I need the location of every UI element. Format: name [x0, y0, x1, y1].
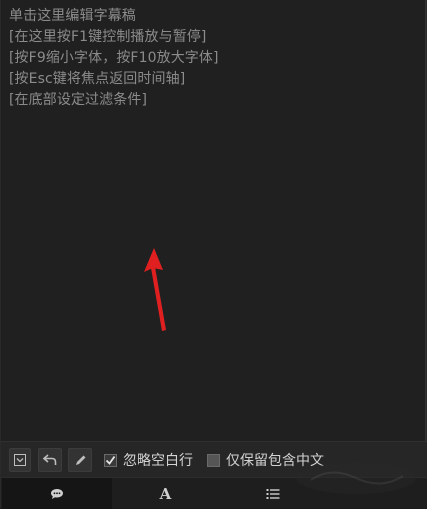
keep-only-option[interactable]: 仅保留包含中文	[207, 451, 324, 469]
collapse-button[interactable]	[9, 448, 31, 472]
ignore-blank-lines-option[interactable]: 忽略空白行	[104, 451, 193, 469]
font-icon: A	[159, 484, 172, 503]
editor-line-hint-font-size: [按F9缩小字体，按F10放大字体]	[9, 50, 219, 66]
editor-line-placeholder: 单击这里编辑字幕稿	[9, 8, 136, 24]
editor-toolbar: 忽略空白行 仅保留包含中文	[1, 441, 427, 477]
undo-icon	[43, 454, 57, 465]
edit-button[interactable]	[68, 448, 92, 472]
keep-only-label: 仅保留包含中文	[226, 453, 324, 469]
checkmark-icon	[105, 455, 116, 465]
keep-only-checkbox[interactable]	[207, 453, 220, 467]
tab-subtitles[interactable]	[2, 478, 112, 509]
ignore-blank-lines-checkbox[interactable]	[104, 453, 117, 467]
collapse-icon	[14, 454, 26, 466]
subtitle-text-editor[interactable]: 单击这里编辑字幕稿 [在这里按F1键控制播放与暂停] [按F9缩小字体，按F10…	[2, 0, 426, 441]
list-icon	[266, 488, 280, 499]
subtitle-editor-panel: 单击这里编辑字幕稿 [在这里按F1键控制播放与暂停] [按F9缩小字体，按F10…	[0, 0, 427, 509]
pencil-icon	[75, 455, 85, 465]
editor-line-hint-filter: [在底部设定过滤条件]	[9, 92, 148, 108]
editor-line-hint-esc: [按Esc键将焦点返回时间轴]	[9, 71, 186, 87]
tab-font[interactable]: A	[112, 478, 219, 509]
tab-list[interactable]	[219, 478, 327, 509]
bottom-tab-bar: A	[1, 477, 427, 509]
editor-line-hint-f1: [在这里按F1键控制播放与暂停]	[9, 29, 207, 45]
undo-button[interactable]	[38, 448, 62, 472]
chat-bubble-icon	[51, 488, 63, 499]
ignore-blank-lines-label: 忽略空白行	[123, 453, 193, 469]
